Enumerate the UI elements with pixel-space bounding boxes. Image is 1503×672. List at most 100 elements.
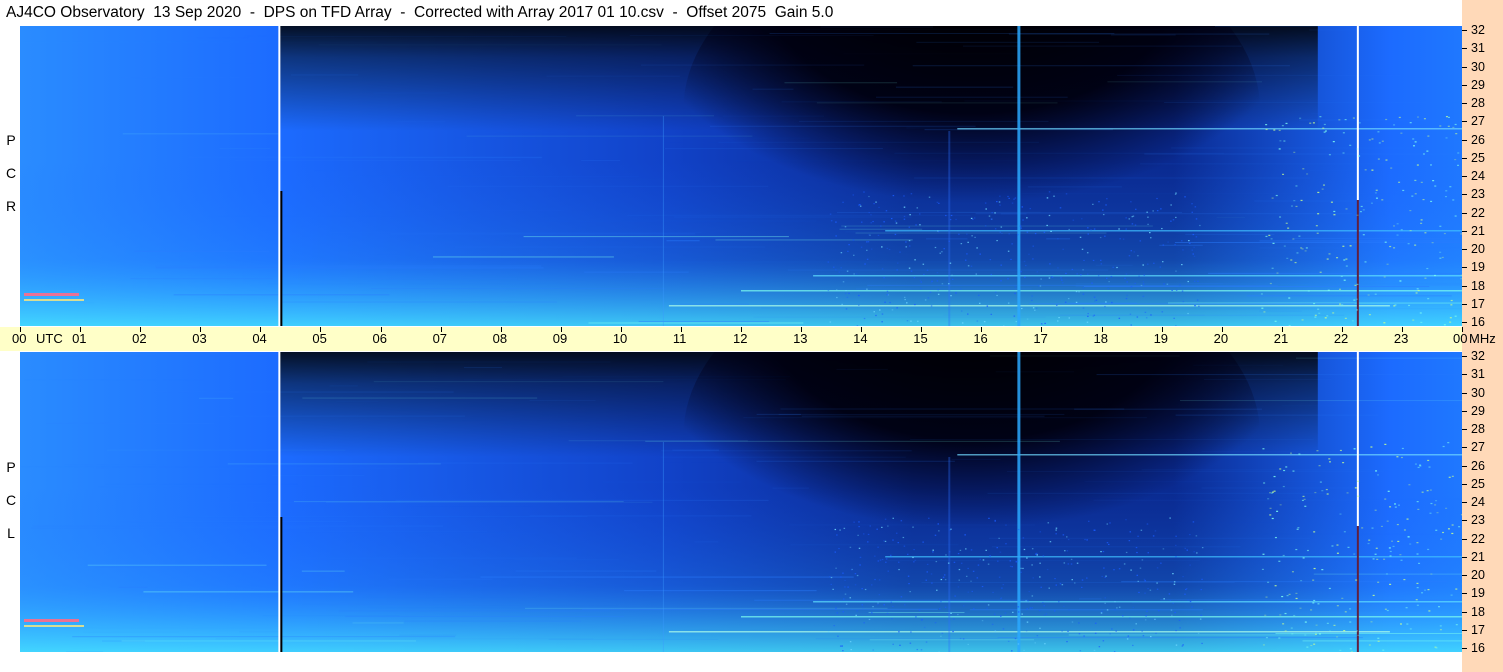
- frequency-tick: [1462, 465, 1467, 467]
- time-tick-label: 13: [793, 331, 808, 346]
- frequency-tick: [1462, 629, 1467, 631]
- frequency-tick: [1462, 374, 1467, 376]
- frequency-tick-label: 21: [1471, 549, 1485, 564]
- frequency-tick-label: 24: [1471, 169, 1485, 183]
- frequency-tick-label: 26: [1471, 458, 1485, 473]
- frequency-tick: [1462, 429, 1467, 430]
- frequency-tick: [1462, 322, 1467, 323]
- time-tick-label: 00: [1453, 331, 1468, 346]
- frequency-tick-label: 23: [1471, 187, 1485, 202]
- frequency-tick-label: 21: [1471, 223, 1485, 238]
- frequency-tick: [1462, 30, 1467, 31]
- frequency-tick-label: 23: [1471, 513, 1485, 528]
- frequency-tick-label: 25: [1471, 150, 1485, 165]
- frequency-tick-label: 17: [1471, 296, 1485, 311]
- frequency-tick: [1462, 121, 1467, 123]
- frequency-tick: [1462, 267, 1467, 269]
- frequency-tick-label: 32: [1471, 23, 1485, 37]
- frequency-tick-label: 18: [1471, 604, 1485, 619]
- frequency-tick-label: 16: [1471, 315, 1485, 329]
- frequency-tick-label: 29: [1471, 77, 1485, 92]
- frequency-tick: [1462, 392, 1467, 394]
- frequency-tick: [1462, 48, 1467, 50]
- time-tick-label: 01: [72, 331, 87, 346]
- frequency-tick-label: 20: [1471, 242, 1485, 256]
- rcp-spectrogram-svg: [20, 26, 1462, 326]
- frequency-tick: [1462, 103, 1467, 104]
- frequency-tick-label: 22: [1471, 205, 1485, 220]
- frequency-tick-label: 18: [1471, 278, 1485, 293]
- lcp-spectrogram-svg: [20, 352, 1462, 652]
- frequency-tick-label: 28: [1471, 422, 1485, 436]
- frequency-tick: [1462, 139, 1467, 141]
- rcp-label-letter: R: [5, 198, 17, 214]
- frequency-tick: [1462, 176, 1467, 177]
- time-tick-label: 10: [612, 331, 628, 346]
- frequency-tick: [1462, 356, 1467, 357]
- lcp-frequency-axis: 32 31 30 29 28 27 26 25 24 23 22 21 20 19 18 17 16: [1462, 349, 1503, 655]
- frequency-tick: [1462, 285, 1467, 287]
- frequency-tick: [1462, 410, 1467, 412]
- frequency-tick: [1462, 303, 1467, 305]
- frequency-tick-label: 30: [1471, 385, 1485, 400]
- time-tick-label: 02: [132, 331, 147, 346]
- frequency-tick-label: 17: [1471, 622, 1485, 637]
- time-tick-label: 06: [372, 331, 387, 346]
- lcp-label: P C L: [4, 460, 18, 559]
- frequency-tick: [1462, 556, 1467, 558]
- frequency-tick: [1462, 212, 1467, 214]
- time-tick-label: 12: [733, 331, 748, 346]
- frequency-tick: [1462, 575, 1467, 576]
- lcp-spectrogram: [20, 352, 1462, 652]
- frequency-tick-label: 26: [1471, 132, 1485, 147]
- frequency-tick: [1462, 447, 1467, 449]
- frequency-tick-label: 25: [1471, 476, 1485, 491]
- frequency-tick: [1462, 538, 1467, 540]
- chart-title: AJ4CO Observatory 13 Sep 2020 - DPS on T…: [6, 4, 834, 21]
- time-tick-label: 19: [1153, 331, 1169, 346]
- frequency-tick-label: 28: [1471, 96, 1485, 110]
- frequency-tick-label: 22: [1471, 531, 1485, 546]
- time-tick-label: 08: [492, 331, 508, 346]
- lcp-label-letter: C: [5, 492, 17, 508]
- time-tick-label: 04: [252, 331, 267, 346]
- frequency-tick: [1462, 502, 1467, 503]
- time-tick-label: 17: [1033, 331, 1048, 346]
- frequency-tick: [1462, 483, 1467, 485]
- rcp-label: P C R: [4, 133, 18, 232]
- frequency-tick: [1462, 230, 1467, 232]
- utc-label: UTC: [36, 331, 63, 346]
- frequency-tick: [1462, 249, 1467, 250]
- frequency-tick-label: 20: [1471, 568, 1485, 582]
- frequency-tick: [1462, 611, 1467, 613]
- time-axis-strip: [0, 327, 1462, 351]
- time-tick-label: 20: [1213, 331, 1229, 346]
- frequency-tick-label: 24: [1471, 495, 1485, 509]
- frequency-tick: [1462, 157, 1467, 159]
- time-tick-label: 22: [1333, 331, 1349, 346]
- rcp-label-letter: C: [5, 165, 17, 181]
- frequency-tick-label: 31: [1471, 41, 1485, 56]
- time-tick-label: 09: [552, 331, 568, 346]
- time-tick-label: 15: [913, 331, 928, 346]
- mhz-label: MHz: [1469, 331, 1496, 346]
- frequency-tick-label: 19: [1471, 586, 1485, 601]
- time-tick-label: 00: [12, 331, 27, 346]
- time-tick-label: 16: [973, 331, 988, 346]
- rcp-spectrogram: [20, 26, 1462, 326]
- time-tick-label: 07: [432, 331, 448, 346]
- frequency-tick: [1462, 84, 1467, 86]
- frequency-tick: [1462, 520, 1467, 522]
- time-tick-label: 21: [1273, 331, 1289, 346]
- frequency-tick: [1462, 66, 1467, 68]
- frequency-tick-label: 31: [1471, 367, 1485, 382]
- frequency-tick-label: 27: [1471, 440, 1485, 455]
- time-tick-label: 05: [312, 331, 327, 346]
- time-tick-label: 11: [672, 331, 687, 346]
- lcp-label-letter: L: [7, 525, 15, 541]
- time-tick-label: 03: [192, 331, 207, 346]
- frequency-tick-label: 16: [1471, 641, 1485, 655]
- rcp-label-letter: P: [6, 132, 16, 148]
- lcp-label-letter: P: [6, 459, 16, 475]
- frequency-tick: [1462, 593, 1467, 595]
